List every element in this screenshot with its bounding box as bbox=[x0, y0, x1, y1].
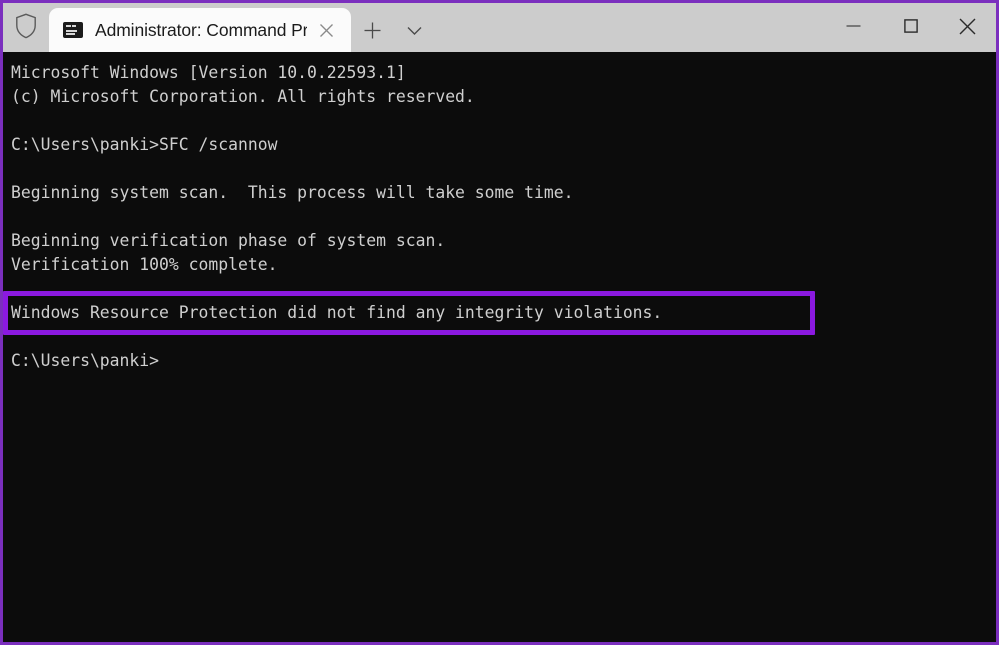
terminal-line-result: Windows Resource Protection did not find… bbox=[11, 303, 663, 322]
titlebar-drag-area bbox=[435, 8, 825, 52]
command-prompt-window: Administrator: Command Promp bbox=[0, 0, 999, 645]
terminal-line: Beginning verification phase of system s… bbox=[11, 231, 446, 250]
tab-title: Administrator: Command Promp bbox=[95, 20, 307, 40]
tab-close-icon[interactable] bbox=[307, 8, 345, 52]
terminal-line: Microsoft Windows [Version 10.0.22593.1] bbox=[11, 63, 406, 82]
new-tab-button[interactable] bbox=[351, 8, 393, 52]
window-controls bbox=[825, 0, 996, 52]
terminal-line-prompt: C:\Users\panki> bbox=[11, 351, 160, 370]
chevron-down-icon[interactable] bbox=[393, 8, 435, 52]
terminal-line: Beginning system scan. This process will… bbox=[11, 183, 574, 202]
minimize-button[interactable] bbox=[825, 0, 882, 52]
terminal-line-command: C:\Users\panki>SFC /scannow bbox=[11, 135, 278, 154]
terminal-line: Verification 100% complete. bbox=[11, 255, 278, 274]
terminal-output-area[interactable]: Microsoft Windows [Version 10.0.22593.1]… bbox=[3, 52, 996, 639]
shield-icon bbox=[3, 0, 49, 52]
close-button[interactable] bbox=[939, 0, 996, 52]
terminal-line: (c) Microsoft Corporation. All rights re… bbox=[11, 87, 475, 106]
console-icon bbox=[63, 22, 83, 38]
highlighted-result-row: Windows Resource Protection did not find… bbox=[3, 291, 996, 335]
window-titlebar: Administrator: Command Promp bbox=[3, 0, 996, 52]
tab-command-prompt[interactable]: Administrator: Command Promp bbox=[49, 8, 351, 52]
maximize-button[interactable] bbox=[882, 0, 939, 52]
